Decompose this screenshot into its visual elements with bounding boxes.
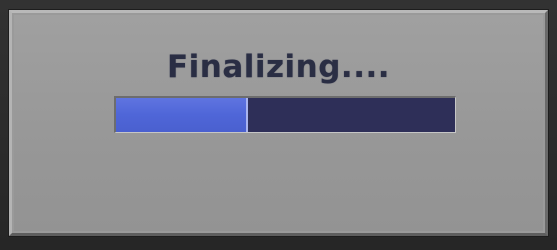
dialog-panel: Finalizing.... xyxy=(14,15,543,231)
screen-background: Finalizing.... xyxy=(0,0,557,250)
progress-bar-fill xyxy=(116,98,249,132)
progress-bar xyxy=(114,96,456,133)
dialog-title: Finalizing.... xyxy=(166,49,391,85)
progress-dialog: Finalizing.... xyxy=(9,10,548,236)
